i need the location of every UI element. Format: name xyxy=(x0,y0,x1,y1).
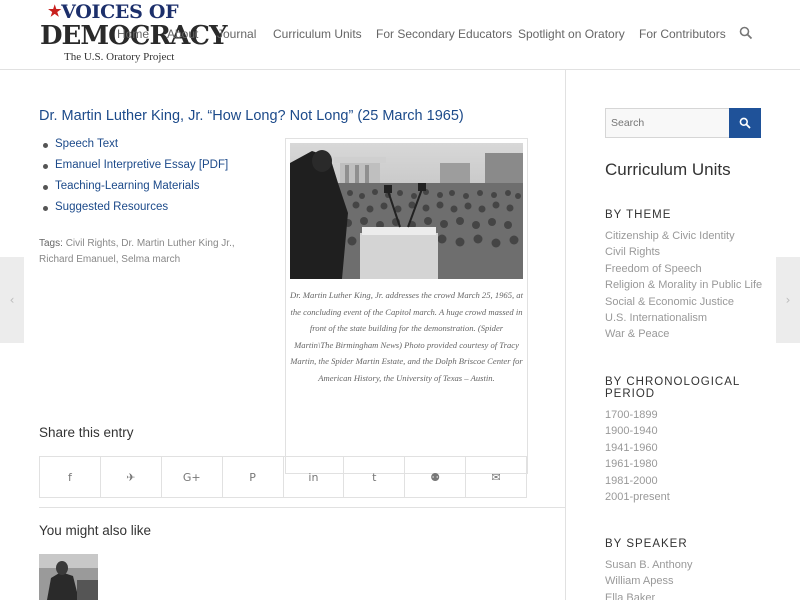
share-bar: f ✈ G+ P in t ⚉ ✉ xyxy=(39,456,527,498)
sidebar-search-button[interactable] xyxy=(729,108,761,138)
google-plus-icon: G+ xyxy=(182,470,201,484)
tumblr-icon: t xyxy=(372,470,377,484)
share-facebook-button[interactable]: f xyxy=(40,457,101,497)
share-google-plus-button[interactable]: G+ xyxy=(162,457,223,497)
nav-item-about[interactable]: About xyxy=(167,27,198,41)
theme-list: Citizenship & Civic Identity Civil Right… xyxy=(605,230,762,345)
share-reddit-button[interactable]: ⚉ xyxy=(405,457,467,497)
star-icon: ★ xyxy=(48,2,62,20)
facebook-icon: f xyxy=(68,470,72,484)
post-title[interactable]: Dr. Martin Luther King, Jr. “How Long? N… xyxy=(39,108,464,124)
nav-item-curriculum-units[interactable]: Curriculum Units xyxy=(273,27,362,41)
heading-by-theme: BY THEME xyxy=(605,209,672,221)
nav-item-journal[interactable]: Journal xyxy=(217,27,256,41)
heading-by-speaker: BY SPEAKER xyxy=(605,538,688,550)
related-thumbnail[interactable] xyxy=(39,554,98,600)
tag-link[interactable]: Richard Emanuel xyxy=(39,254,116,265)
theme-item[interactable]: War & Peace xyxy=(605,328,762,344)
speaker-item[interactable]: Susan B. Anthony xyxy=(605,559,692,575)
speaker-item[interactable]: William Apess xyxy=(605,575,692,591)
nav-item-contributors[interactable]: For Contributors xyxy=(639,27,726,41)
resource-links: Speech Text Emanuel Interpretive Essay [… xyxy=(39,138,228,222)
section-divider xyxy=(39,507,566,508)
share-twitter-button[interactable]: ✈ xyxy=(101,457,162,497)
previous-post-arrow[interactable]: ‹ xyxy=(0,257,24,343)
nav-item-home[interactable]: Home xyxy=(117,27,149,41)
theme-item[interactable]: Freedom of Speech xyxy=(605,263,762,279)
theme-item[interactable]: Civil Rights xyxy=(605,246,762,262)
site-logo[interactable]: ★VOICES OF DEMOCRACY The U.S. Oratory Pr… xyxy=(40,0,228,68)
post-tags: Tags: Civil Rights, Dr. Martin Luther Ki… xyxy=(39,238,235,265)
mail-icon: ✉ xyxy=(491,470,501,484)
tag-link[interactable]: Civil Rights xyxy=(66,238,116,249)
sidebar-title: Curriculum Units xyxy=(605,160,731,179)
featured-photo[interactable] xyxy=(290,143,523,279)
sidebar: Curriculum Units BY THEME Citizenship & … xyxy=(567,70,800,600)
period-item[interactable]: 1900-1940 xyxy=(605,425,670,441)
tags-label: Tags: xyxy=(39,238,63,249)
nav-item-secondary-educators[interactable]: For Secondary Educators xyxy=(376,27,512,41)
chevron-left-icon: ‹ xyxy=(9,293,15,307)
share-tumblr-button[interactable]: t xyxy=(344,457,406,497)
speaker-list: Susan B. Anthony William Apess Ella Bake… xyxy=(605,559,692,600)
main-content: Dr. Martin Luther King, Jr. “How Long? N… xyxy=(0,70,566,600)
nav-item-spotlight-oratory[interactable]: Spotlight on Oratory xyxy=(518,27,625,41)
linkedin-icon: in xyxy=(308,470,319,484)
featured-figure: Dr. Martin Luther King, Jr. addresses th… xyxy=(285,138,528,474)
search-icon[interactable] xyxy=(739,26,753,40)
period-item[interactable]: 1961-1980 xyxy=(605,458,670,474)
sidebar-search-input[interactable] xyxy=(605,108,730,138)
link-speech-text[interactable]: Speech Text xyxy=(39,138,228,159)
link-interpretive-essay[interactable]: Emanuel Interpretive Essay [PDF] xyxy=(39,159,228,180)
next-post-arrow[interactable]: › xyxy=(776,257,800,343)
reddit-icon: ⚉ xyxy=(430,470,441,484)
site-header: ★VOICES OF DEMOCRACY The U.S. Oratory Pr… xyxy=(0,0,800,70)
photo-caption: Dr. Martin Luther King, Jr. addresses th… xyxy=(290,290,523,383)
link-teaching-materials[interactable]: Teaching-Learning Materials xyxy=(39,180,228,201)
period-item[interactable]: 2001-present xyxy=(605,491,670,507)
period-item[interactable]: 1700-1899 xyxy=(605,409,670,425)
period-list: 1700-1899 1900-1940 1941-1960 1961-1980 … xyxy=(605,409,670,507)
share-pinterest-button[interactable]: P xyxy=(223,457,284,497)
theme-item[interactable]: Citizenship & Civic Identity xyxy=(605,230,762,246)
theme-item[interactable]: Social & Economic Justice xyxy=(605,296,762,312)
search-icon xyxy=(739,117,751,129)
tag-link[interactable]: Selma march xyxy=(121,254,180,265)
theme-item[interactable]: Religion & Morality in Public Life xyxy=(605,279,762,295)
related-title: You might also like xyxy=(39,523,152,538)
tag-link[interactable]: Dr. Martin Luther King Jr. xyxy=(121,238,232,249)
pinterest-icon: P xyxy=(249,470,256,484)
chevron-right-icon: › xyxy=(785,293,791,307)
twitter-icon: ✈ xyxy=(126,470,136,484)
speaker-item[interactable]: Ella Baker xyxy=(605,592,692,600)
link-suggested-resources[interactable]: Suggested Resources xyxy=(39,201,228,222)
period-item[interactable]: 1941-1960 xyxy=(605,442,670,458)
period-item[interactable]: 1981-2000 xyxy=(605,475,670,491)
logo-line-1: VOICES OF xyxy=(61,1,179,23)
share-title: Share this entry xyxy=(39,425,134,440)
theme-item[interactable]: U.S. Internationalism xyxy=(605,312,762,328)
share-mail-button[interactable]: ✉ xyxy=(466,457,526,497)
logo-line-3: The U.S. Oratory Project xyxy=(64,51,175,63)
share-linkedin-button[interactable]: in xyxy=(284,457,345,497)
heading-by-period: BY CHRONOLOGICAL PERIOD xyxy=(605,376,740,400)
